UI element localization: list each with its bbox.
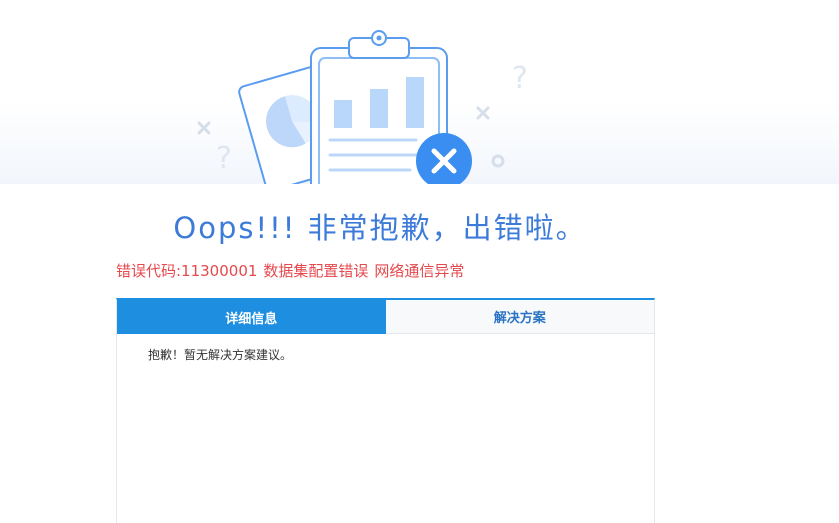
tab-content-text: 抱歉！暂无解决方案建议。 [148, 348, 293, 362]
error-illustration: ? ? [197, 30, 528, 184]
tab-bar: 详细信息 解决方案 [117, 300, 654, 334]
page-title: Oops!!! 非常抱歉，出错啦。 [173, 211, 587, 245]
error-message: 错误代码:11300001 数据集配置错误 网络通信异常 [116, 260, 470, 281]
x-decoration-left [197, 121, 211, 135]
error-page: ? ? Oops!!! 非常抱歉，出错啦。 错误代码:11300001 数据集配… [0, 0, 839, 523]
error-detail: 网络通信异常 [374, 262, 465, 280]
svg-text:?: ? [216, 141, 232, 176]
circle-decoration [491, 154, 505, 168]
error-description: 数据集配置错误 [263, 262, 369, 280]
question-mark-decoration-right: ? [512, 61, 528, 96]
svg-text:?: ? [512, 61, 528, 96]
tab-content: 抱歉！暂无解决方案建议。 [117, 334, 654, 363]
details-panel: 详细信息 解决方案 抱歉！暂无解决方案建议。 [116, 298, 655, 523]
tab-solutions[interactable]: 解决方案 [385, 300, 654, 334]
question-mark-decoration-left: ? [216, 141, 232, 176]
tab-details[interactable]: 详细信息 [117, 300, 386, 334]
error-code: 错误代码:11300001 [116, 262, 258, 280]
x-decoration-right [476, 106, 490, 120]
